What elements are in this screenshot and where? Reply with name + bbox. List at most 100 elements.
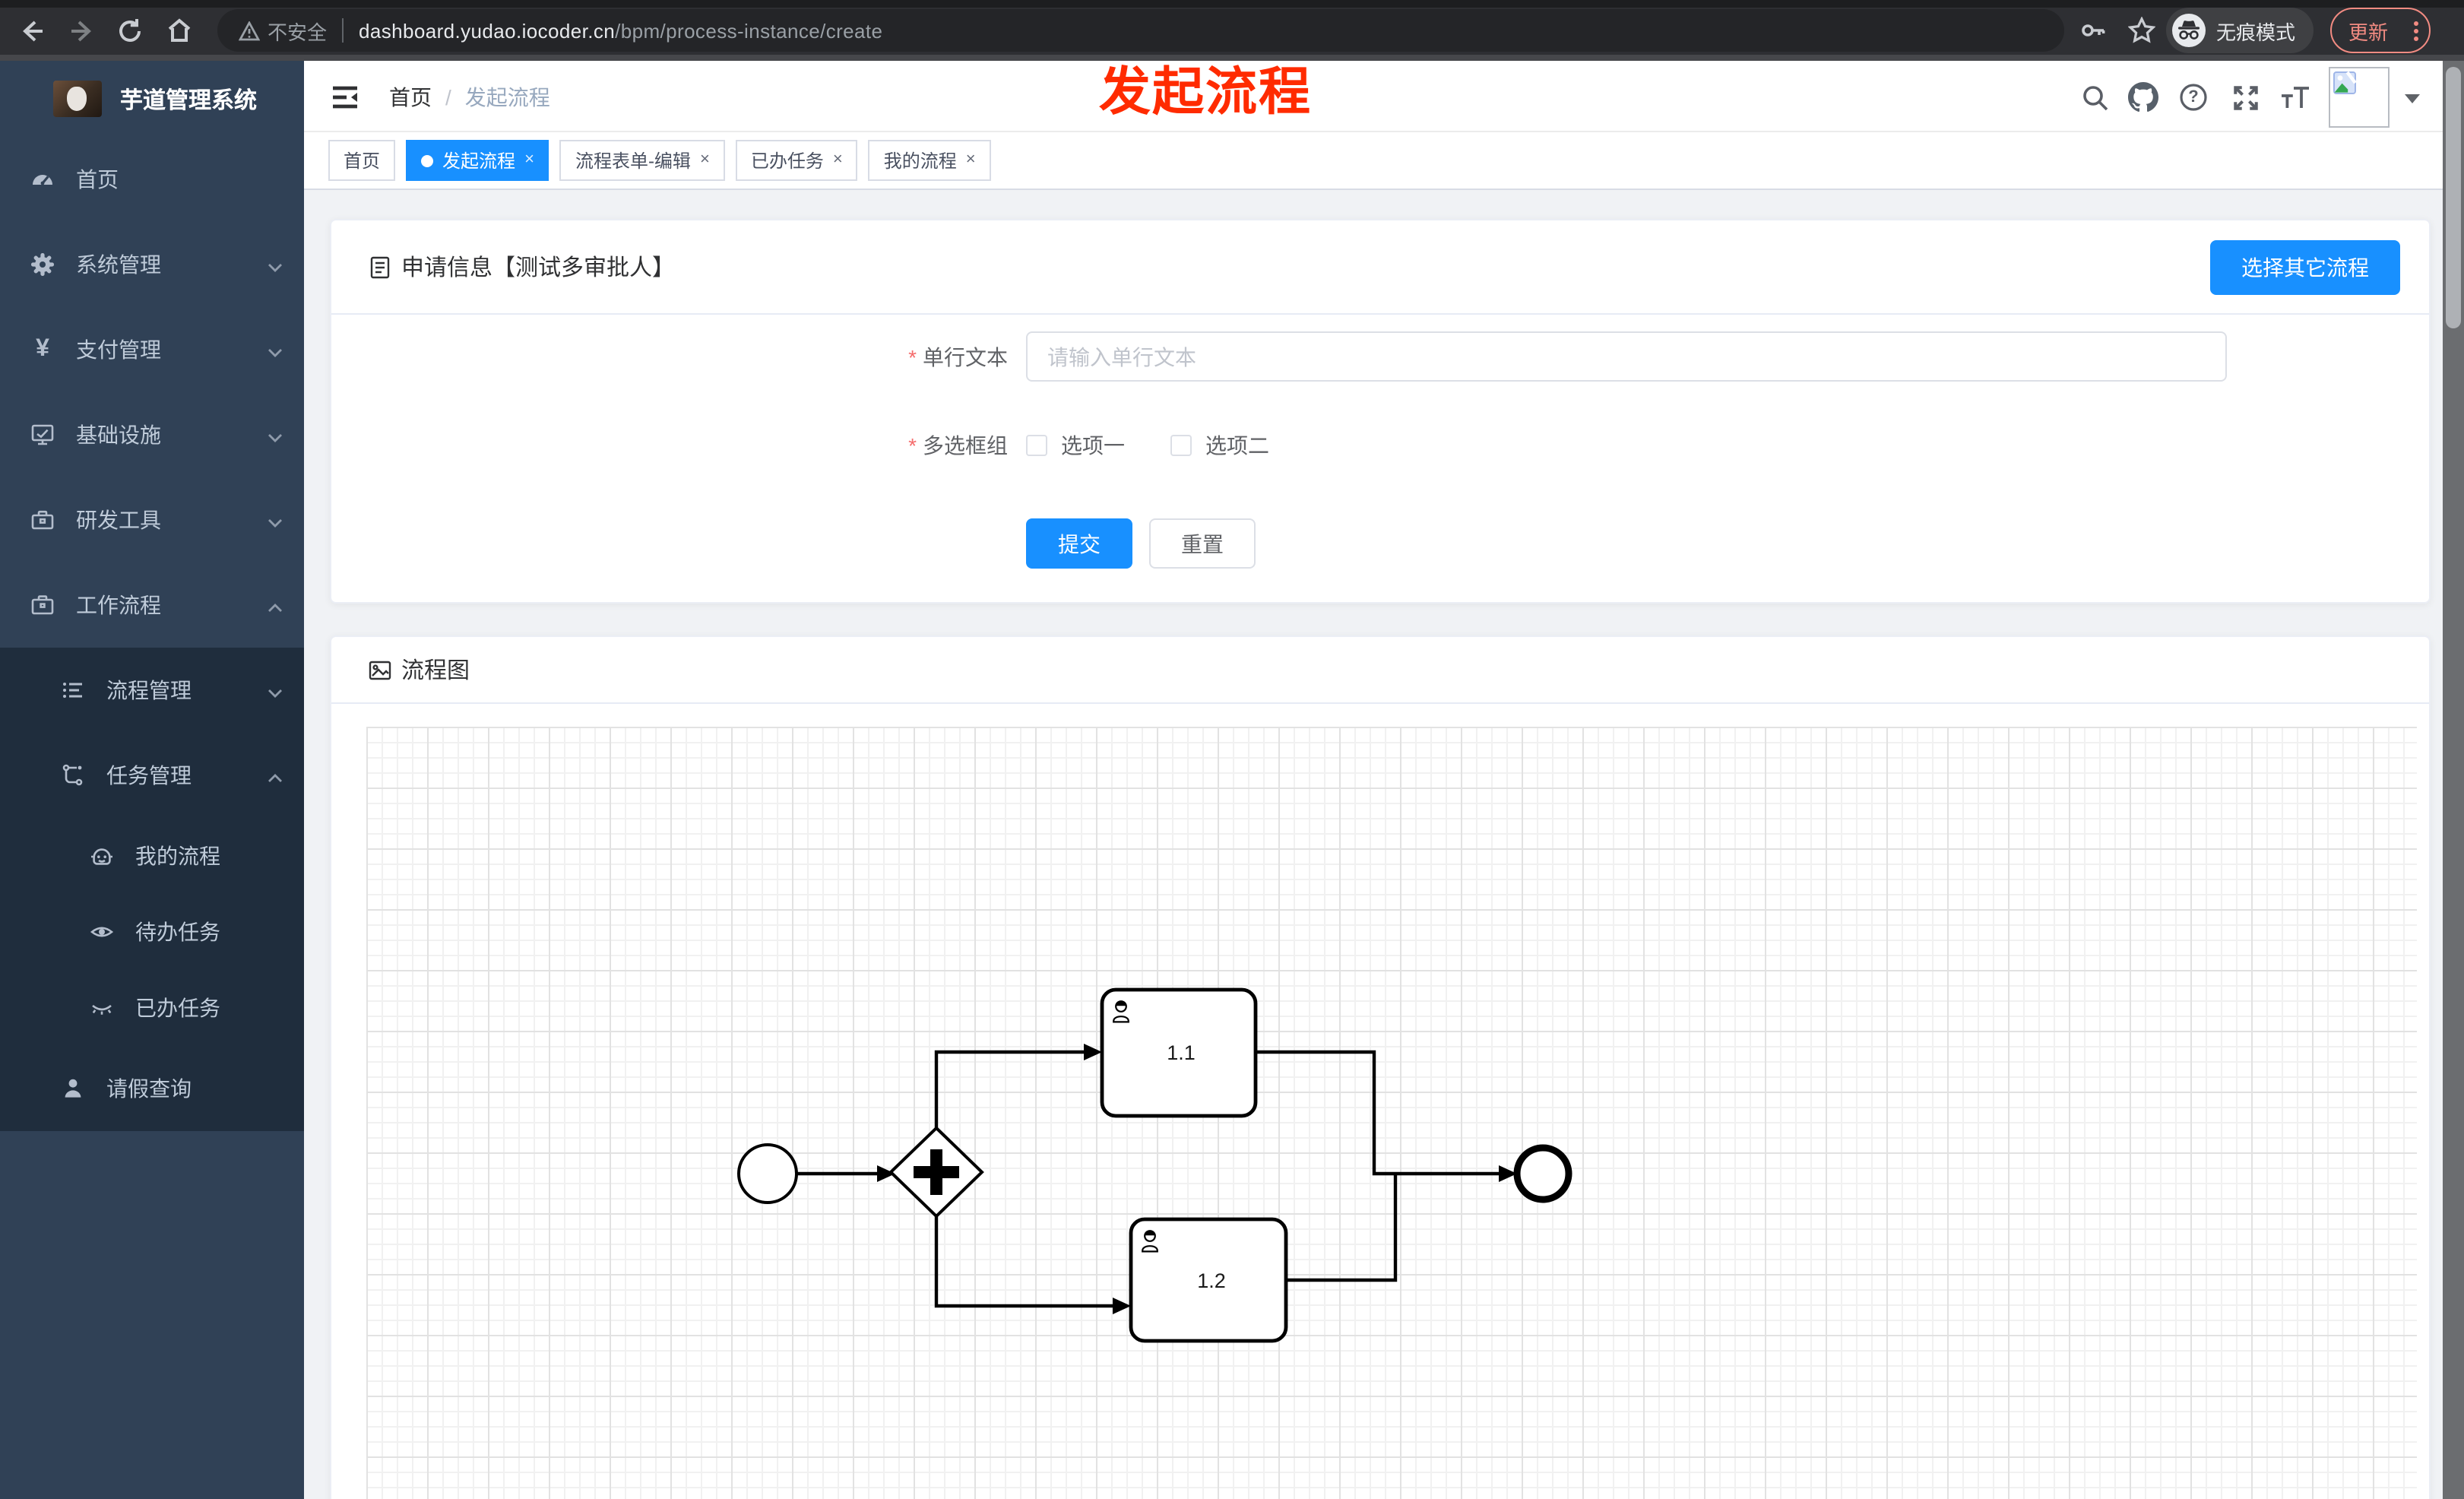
github-icon[interactable] — [2128, 82, 2158, 113]
avatar-caret-icon[interactable] — [2405, 94, 2420, 103]
search-icon[interactable] — [2079, 82, 2110, 113]
bpmn-user-task-1: 1.1 — [1100, 987, 1258, 1118]
sidebar-item-label: 系统管理 — [76, 252, 161, 277]
sidebar-item-done-tasks[interactable]: 已办任务 — [0, 970, 304, 1046]
sidebar-item-my-process[interactable]: 我的流程 — [0, 818, 304, 894]
key-icon[interactable] — [2076, 14, 2110, 47]
bpmn-start-event — [737, 1143, 798, 1204]
browser-forward-icon[interactable] — [65, 14, 99, 47]
text-field-label: 单行文本 — [331, 341, 1008, 372]
sidebar-item-workflow[interactable]: 工作流程 — [0, 563, 304, 648]
sidebar-item-label: 支付管理 — [76, 338, 161, 362]
top-navbar: 首页 / 发起流程 ? — [304, 61, 2464, 132]
incognito-label: 无痕模式 — [2216, 21, 2296, 43]
checkbox-label: 选项一 — [1061, 433, 1125, 458]
tab-label: 首页 — [344, 151, 381, 172]
menu-fold-icon[interactable] — [328, 81, 362, 114]
main-content: 申请信息【测试多审批人】 选择其它流程 单行文本 多选框组 选项一 选项二 — [304, 190, 2464, 1499]
app-logo-row[interactable]: 芋道管理系统 — [0, 61, 304, 137]
active-dot-icon — [421, 154, 434, 166]
fullscreen-icon[interactable] — [2230, 82, 2260, 113]
chevron-down-icon — [268, 252, 283, 277]
browser-update-button[interactable]: 更新 — [2330, 8, 2431, 53]
breadcrumb-home[interactable]: 首页 — [389, 82, 432, 113]
sidebar-item-system[interactable]: 系统管理 — [0, 222, 304, 307]
sidebar-item-devtools[interactable]: 研发工具 — [0, 477, 304, 563]
chevron-up-icon — [268, 763, 283, 788]
checkbox-field-label: 多选框组 — [331, 430, 1008, 461]
scrollbar-thumb[interactable] — [2446, 67, 2461, 328]
chevron-down-icon — [268, 508, 283, 532]
diagram-title-row: 流程图 — [368, 654, 470, 686]
sidebar: 芋道管理系统 首页 系统管理 ¥ 支付管理 基础设施 研发工具 工作流程 流程管… — [0, 61, 304, 1499]
sidebar-item-label: 首页 — [76, 167, 119, 192]
task-label: 1.1 — [1167, 1041, 1196, 1064]
chevron-down-icon — [268, 678, 283, 702]
checkbox-icon[interactable] — [1026, 435, 1047, 456]
close-icon[interactable]: × — [524, 151, 534, 169]
sidebar-item-todo-tasks[interactable]: 待办任务 — [0, 894, 304, 970]
breadcrumb: 首页 / 发起流程 — [389, 82, 550, 113]
help-icon[interactable]: ? — [2178, 82, 2209, 113]
sidebar-item-payment[interactable]: ¥ 支付管理 — [0, 307, 304, 392]
toolbox-icon — [30, 508, 55, 532]
monitor-icon — [30, 423, 55, 447]
tab-done-tasks[interactable]: 已办任务 × — [735, 140, 858, 181]
broken-image-icon — [2333, 71, 2356, 94]
checkbox-field-row: 多选框组 选项一 选项二 — [331, 430, 1269, 461]
bpmn-end-event — [1513, 1144, 1572, 1203]
reset-button[interactable]: 重置 — [1149, 518, 1256, 569]
eye-closed-icon — [90, 996, 114, 1020]
yen-icon: ¥ — [36, 336, 49, 362]
sidebar-item-leave-query[interactable]: 请假查询 — [0, 1046, 304, 1131]
url-domain: dashboard.yudao.iocoder.cn — [359, 19, 616, 42]
route-icon — [61, 763, 85, 788]
select-other-process-button[interactable]: 选择其它流程 — [2210, 240, 2400, 295]
sidebar-item-label: 请假查询 — [106, 1076, 192, 1101]
close-icon[interactable]: × — [700, 151, 710, 169]
sidebar-item-process-mgmt[interactable]: 流程管理 — [0, 648, 304, 733]
picture-icon — [369, 660, 391, 680]
sidebar-item-label: 工作流程 — [76, 593, 161, 617]
diagram-header: 流程图 — [331, 637, 2429, 704]
browser-reload-icon[interactable] — [112, 14, 146, 47]
process-diagram-card: 流程图 1.1 1.2 — [330, 635, 2431, 1499]
checkbox-option-2[interactable]: 选项二 — [1170, 430, 1269, 461]
checkbox-icon[interactable] — [1170, 435, 1192, 456]
close-icon[interactable]: × — [833, 151, 843, 169]
avatar[interactable] — [2329, 67, 2390, 128]
eye-icon — [90, 920, 114, 944]
user-icon — [61, 1076, 85, 1101]
form-actions-row: 提交 重置 — [1026, 518, 1256, 569]
single-line-text-input[interactable] — [1026, 331, 2227, 382]
tab-my-process[interactable]: 我的流程 × — [868, 140, 991, 181]
tab-start-process[interactable]: 发起流程 × — [406, 140, 549, 181]
address-bar[interactable]: 不安全 dashboard.yudao.iocoder.cn/bpm/proce… — [217, 9, 2064, 52]
apply-info-title: 申请信息【测试多审批人】 — [401, 255, 676, 281]
sidebar-item-home[interactable]: 首页 — [0, 137, 304, 222]
sidebar-item-infrastructure[interactable]: 基础设施 — [0, 392, 304, 477]
browser-home-icon[interactable] — [163, 14, 196, 47]
incognito-badge: 无痕模式 — [2166, 8, 2314, 53]
apply-info-card: 申请信息【测试多审批人】 选择其它流程 单行文本 多选框组 选项一 选项二 — [330, 219, 2431, 604]
checkbox-label: 选项二 — [1205, 433, 1269, 458]
incognito-icon — [2172, 14, 2206, 47]
checkbox-option-1[interactable]: 选项一 — [1026, 430, 1125, 461]
document-icon — [370, 255, 390, 278]
bookmark-star-icon[interactable] — [2125, 14, 2158, 47]
font-size-icon[interactable] — [2280, 82, 2310, 113]
page-scrollbar — [2443, 61, 2464, 1499]
checkbox-group: 选项一 选项二 — [1026, 430, 1269, 461]
browser-back-icon[interactable] — [14, 14, 47, 47]
app-logo-avatar — [53, 81, 102, 117]
close-icon[interactable]: × — [966, 151, 976, 169]
tab-process-form-edit[interactable]: 流程表单-编辑 × — [559, 140, 725, 181]
submit-button[interactable]: 提交 — [1026, 518, 1132, 569]
browser-menu-icon[interactable] — [2414, 28, 2418, 33]
bpmn-canvas[interactable]: 1.1 1.2 — [366, 727, 2417, 1499]
security-status[interactable]: 不安全 — [217, 18, 344, 43]
tab-home[interactable]: 首页 — [328, 140, 396, 181]
sidebar-item-label: 研发工具 — [76, 508, 161, 532]
sidebar-item-task-mgmt[interactable]: 任务管理 — [0, 733, 304, 818]
briefcase-icon — [30, 593, 55, 617]
